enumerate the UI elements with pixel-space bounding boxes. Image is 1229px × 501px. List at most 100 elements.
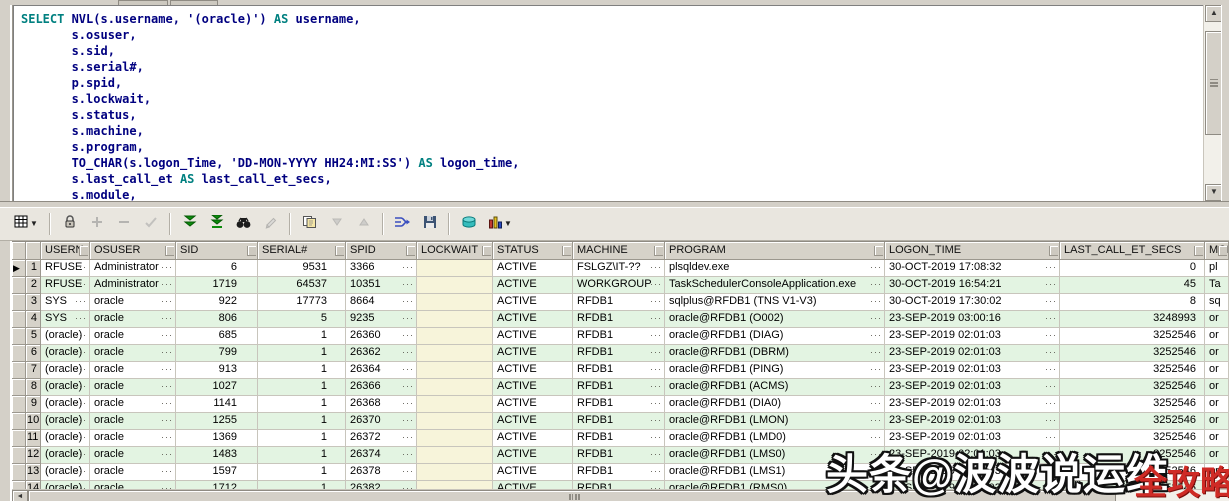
cell-osuser[interactable]: oracle··· [90,328,176,345]
cell-ellipsis-button[interactable]: ··· [1045,263,1057,271]
cell-status[interactable]: ACTIVE [493,328,573,345]
cell-username[interactable]: (oracle)··· [41,345,90,362]
cell-serial[interactable]: 5 [258,311,346,328]
cell-username[interactable]: (oracle)··· [41,379,90,396]
cell-sid[interactable]: 806 [176,311,258,328]
cell-lockwait[interactable] [417,430,493,447]
column-header-last_call_et_secs[interactable]: LAST_CALL_ET_SECS [1060,242,1205,260]
refresh-table-button[interactable] [455,211,482,237]
cell-lockwait[interactable] [417,345,493,362]
cell-ellipsis-button[interactable]: ··· [870,416,882,424]
cell-osuser[interactable]: oracle··· [90,294,176,311]
row-number[interactable]: 10 [26,413,41,430]
cell-ellipsis-button[interactable]: ··· [161,348,173,356]
cell-ellipsis-button[interactable]: ··· [161,365,173,373]
cell-spid[interactable]: 10351··· [346,277,417,294]
cell-logon_time[interactable]: 23-SEP-2019 02:01:03··· [885,396,1060,413]
cell-osuser[interactable]: oracle··· [90,362,176,379]
cell-serial[interactable]: 1 [258,345,346,362]
cell-spid[interactable]: 9235··· [346,311,417,328]
row-number[interactable]: 12 [26,447,41,464]
row-number[interactable]: 2 [26,277,41,294]
cell-logon_time[interactable]: 30-OCT-2019 17:08:32··· [885,260,1060,277]
cell-machine[interactable]: RFDB1··· [573,379,665,396]
cell-username[interactable]: SYS··· [41,311,90,328]
save-results-button[interactable] [416,211,443,237]
cell-ellipsis-button[interactable]: ··· [75,382,87,390]
cell-module[interactable]: or [1205,311,1229,328]
cell-logon_time[interactable]: 23-SEP-2019 02:01:03··· [885,413,1060,430]
cell-machine[interactable]: FSLGZ\IT-??··· [573,260,665,277]
cell-module[interactable]: Ta [1205,277,1229,294]
cell-program[interactable]: oracle@RFDB1 (ACMS)··· [665,379,885,396]
cell-serial[interactable]: 1 [258,430,346,447]
chart-tools-button[interactable]: ▼ [482,211,518,237]
cell-lockwait[interactable] [417,379,493,396]
cell-ellipsis-button[interactable]: ··· [1045,348,1057,356]
row-number[interactable]: 1 [26,260,41,277]
cell-ellipsis-button[interactable]: ··· [650,365,662,373]
cell-ellipsis-button[interactable]: ··· [75,467,87,475]
cell-lockwait[interactable] [417,447,493,464]
cell-ellipsis-button[interactable]: ··· [402,467,414,475]
cell-ellipsis-button[interactable]: ··· [75,416,87,424]
row-number[interactable]: 5 [26,328,41,345]
cell-machine[interactable]: RFDB1··· [573,345,665,362]
cell-ellipsis-button[interactable]: ··· [402,280,414,288]
cell-last_call_et_secs[interactable]: 3252546 [1060,345,1205,362]
cell-ellipsis-button[interactable]: ··· [650,416,662,424]
cell-last_call_et_secs[interactable]: 8 [1060,294,1205,311]
cell-ellipsis-button[interactable]: ··· [75,280,87,288]
cell-ellipsis-button[interactable]: ··· [402,297,414,305]
cell-lockwait[interactable] [417,413,493,430]
cell-sid[interactable]: 1141 [176,396,258,413]
cell-username[interactable]: (oracle)··· [41,413,90,430]
cell-ellipsis-button[interactable]: ··· [870,331,882,339]
cell-ellipsis-button[interactable]: ··· [1045,433,1057,441]
cell-ellipsis-button[interactable]: ··· [161,331,173,339]
cell-ellipsis-button[interactable]: ··· [75,365,87,373]
cell-spid[interactable]: 26360··· [346,328,417,345]
column-header-username[interactable]: USERN [41,242,90,260]
cell-ellipsis-button[interactable]: ··· [75,348,87,356]
cell-ellipsis-button[interactable]: ··· [161,382,173,390]
cell-sid[interactable]: 922 [176,294,258,311]
cell-ellipsis-button[interactable]: ··· [1045,399,1057,407]
row-number[interactable]: 4 [26,311,41,328]
cell-program[interactable]: TaskSchedulerConsoleApplication.exe··· [665,277,885,294]
cell-osuser[interactable]: oracle··· [90,396,176,413]
cell-ellipsis-button[interactable]: ··· [161,297,173,305]
cell-osuser[interactable]: Administrator··· [90,260,176,277]
cell-program[interactable]: oracle@RFDB1 (DIA0)··· [665,396,885,413]
cell-ellipsis-button[interactable]: ··· [1045,382,1057,390]
row-number[interactable]: 3 [26,294,41,311]
cell-spid[interactable]: 26362··· [346,345,417,362]
cell-username[interactable]: (oracle)··· [41,396,90,413]
column-header-module[interactable]: MODULE [1205,242,1229,260]
cell-status[interactable]: ACTIVE [493,311,573,328]
cell-spid[interactable]: 26372··· [346,430,417,447]
cell-module[interactable]: or [1205,413,1229,430]
cell-ellipsis-button[interactable]: ··· [1045,365,1057,373]
cell-status[interactable]: ACTIVE [493,379,573,396]
cell-logon_time[interactable]: 30-OCT-2019 17:30:02··· [885,294,1060,311]
cell-last_call_et_secs[interactable]: 3252546 [1060,413,1205,430]
cell-last_call_et_secs[interactable]: 45 [1060,277,1205,294]
cell-lockwait[interactable] [417,362,493,379]
cell-program[interactable]: oracle@RFDB1 (DIAG)··· [665,328,885,345]
cell-status[interactable]: ACTIVE [493,362,573,379]
cell-ellipsis-button[interactable]: ··· [1045,416,1057,424]
cell-osuser[interactable]: oracle··· [90,311,176,328]
cell-ellipsis-button[interactable]: ··· [402,399,414,407]
cell-ellipsis-button[interactable]: ··· [870,433,882,441]
cell-serial[interactable]: 1 [258,379,346,396]
cell-machine[interactable]: RFDB1··· [573,464,665,481]
cell-ellipsis-button[interactable]: ··· [75,433,87,441]
cell-last_call_et_secs[interactable]: 3252546 [1060,362,1205,379]
cell-ellipsis-button[interactable]: ··· [650,297,662,305]
cell-module[interactable]: sq [1205,294,1229,311]
cell-module[interactable]: or [1205,430,1229,447]
cell-ellipsis-button[interactable]: ··· [161,467,173,475]
cell-last_call_et_secs[interactable]: 3252546 [1060,379,1205,396]
column-header-logon_time[interactable]: LOGON_TIME [885,242,1060,260]
